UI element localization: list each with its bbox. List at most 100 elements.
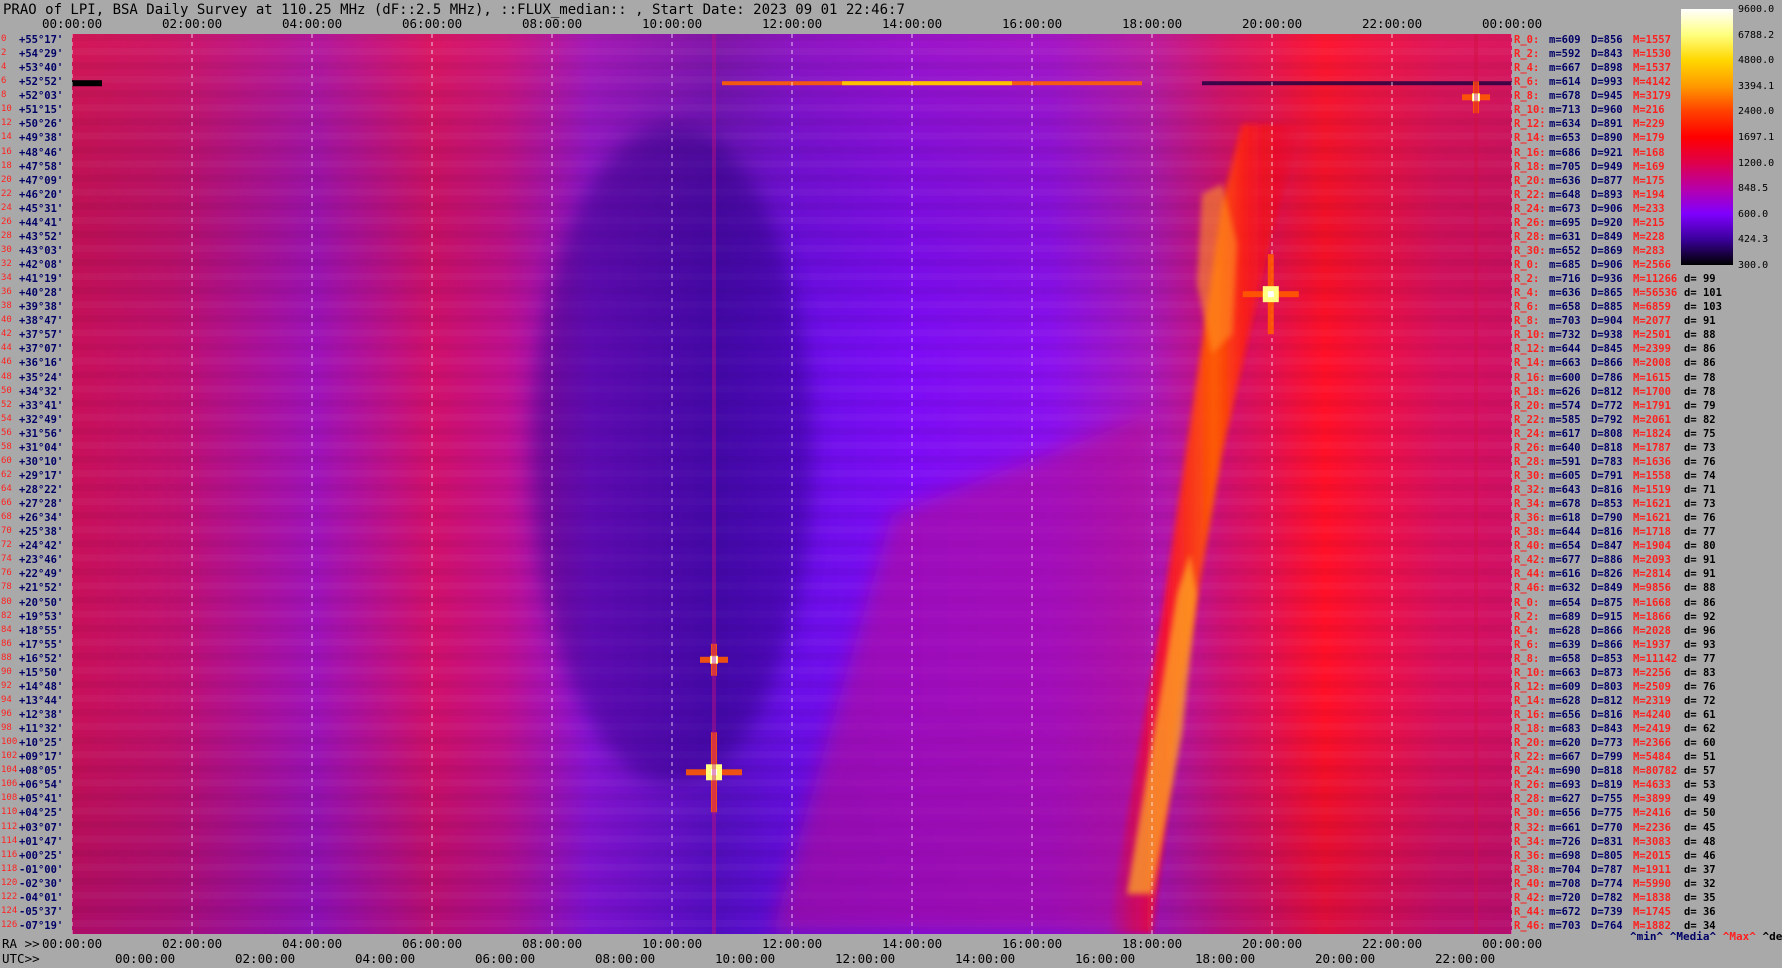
row-declination: -04°01' <box>19 891 64 904</box>
utc-axis-label: 14:00:00 <box>955 951 1016 966</box>
row-beam-label: R_14: <box>1514 132 1546 145</box>
row-max: M=4633 <box>1633 779 1671 792</box>
top-axis-label: 20:00:00 <box>1242 16 1303 31</box>
row-min: m=636 <box>1549 287 1581 300</box>
row-declination: +03°07' <box>19 821 64 834</box>
row-median: D=819 <box>1591 779 1623 792</box>
legend-min: ^min^ <box>1630 930 1664 943</box>
row-index: 108 <box>1 793 18 804</box>
row-deviation: d= 73 <box>1684 441 1716 454</box>
row-min: m=628 <box>1549 624 1581 637</box>
row-deviation: d= 74 <box>1684 469 1716 482</box>
row-index: 38 <box>1 301 12 312</box>
row-max: M=2008 <box>1633 357 1671 370</box>
row-declination: -05°37' <box>19 905 64 918</box>
row-beam-label: R_46: <box>1514 919 1546 932</box>
row-index: 100 <box>1 737 18 748</box>
row-min: m=656 <box>1549 807 1581 820</box>
legend-max: ^Max^ <box>1722 930 1756 943</box>
colorbar-gradient <box>1681 9 1733 265</box>
row-beam-label: R_6: <box>1514 76 1540 89</box>
colorbar-labels: 9600.0 6788.2 4800.0 3394.1 2400.0 1697.1 1200… <box>1738 4 1782 274</box>
row-beam-label: R_40: <box>1514 540 1546 553</box>
row-median: D=936 <box>1591 273 1623 286</box>
row-median: D=866 <box>1591 638 1623 651</box>
row-min: m=634 <box>1549 118 1581 131</box>
row-declination: +31°04' <box>19 441 64 454</box>
row-beam-label: R_8: <box>1514 90 1540 103</box>
row-deviation: d= 60 <box>1684 737 1716 750</box>
row-index: 124 <box>1 905 18 916</box>
row-median: D=786 <box>1591 371 1623 384</box>
row-min: m=656 <box>1549 709 1581 722</box>
row-index: 4 <box>1 62 7 73</box>
row-max: M=5484 <box>1633 751 1671 764</box>
row-max: M=2501 <box>1633 329 1671 342</box>
row-median: D=847 <box>1591 540 1623 553</box>
row-index: 66 <box>1 498 12 509</box>
row-max: M=2028 <box>1633 624 1671 637</box>
utc-axis-label: 22:00:00 <box>1435 951 1496 966</box>
row-deviation: d= 73 <box>1684 498 1716 511</box>
row-index: 54 <box>1 413 12 424</box>
row-max: M=2077 <box>1633 315 1671 328</box>
row-deviation: d= 50 <box>1684 807 1716 820</box>
ra-axis-label: 00:00:00 <box>42 936 103 951</box>
row-declination: +20°50' <box>19 596 64 609</box>
row-declination: +05°41' <box>19 793 64 806</box>
ra-axis-label: 16:00:00 <box>1002 936 1063 951</box>
row-max: M=1937 <box>1633 638 1671 651</box>
row-median: D=915 <box>1591 610 1623 623</box>
row-deviation: d= 80 <box>1684 540 1716 553</box>
flux-heatmap[interactable] <box>72 34 1512 934</box>
row-deviation: d= 82 <box>1684 413 1716 426</box>
row-beam-label: R_16: <box>1514 709 1546 722</box>
row-index: 32 <box>1 259 12 270</box>
top-axis-label: 08:00:00 <box>522 16 583 31</box>
row-index: 44 <box>1 343 12 354</box>
row-max: M=6859 <box>1633 301 1671 314</box>
row-max: M=1530 <box>1633 48 1671 61</box>
row-index: 88 <box>1 652 12 663</box>
row-declination: +47°09' <box>19 174 64 187</box>
row-deviation: d= 76 <box>1684 455 1716 468</box>
ra-axis-label: 00:00:00 <box>1482 936 1543 951</box>
row-index: 6 <box>1 76 7 87</box>
row-index: 50 <box>1 385 12 396</box>
row-min: m=574 <box>1549 399 1581 412</box>
row-beam-label: R_4: <box>1514 62 1540 75</box>
row-declination: +06°54' <box>19 779 64 792</box>
row-deviation: d= 51 <box>1684 751 1716 764</box>
row-beam-label: R_10: <box>1514 104 1546 117</box>
row-index: 26 <box>1 216 12 227</box>
utc-axis-label: 18:00:00 <box>1195 951 1256 966</box>
row-beam-label: R_10: <box>1514 329 1546 342</box>
row-index: 122 <box>1 891 18 902</box>
row-index: 56 <box>1 427 12 438</box>
row-min: m=617 <box>1549 427 1581 440</box>
row-deviation: d= 77 <box>1684 652 1716 665</box>
row-beam-label: R_42: <box>1514 554 1546 567</box>
row-min: m=636 <box>1549 174 1581 187</box>
row-declination: +00°25' <box>19 849 64 862</box>
row-min: m=592 <box>1549 48 1581 61</box>
row-beam-label: R_0: <box>1514 34 1540 47</box>
row-median: D=739 <box>1591 905 1623 918</box>
row-median: D=898 <box>1591 62 1623 75</box>
row-min: m=693 <box>1549 779 1581 792</box>
row-min: m=685 <box>1549 259 1581 272</box>
utc-axis-label: 16:00:00 <box>1075 951 1136 966</box>
declination-axis: 0 +55°17' 2 +54°29' 4 +53°40' 6 +52°52' 8 +52°03'… <box>0 34 72 934</box>
source-column-streak <box>712 34 716 934</box>
top-axis-label: 22:00:00 <box>1362 16 1423 31</box>
row-median: D=869 <box>1591 244 1623 257</box>
row-declination: +43°03' <box>19 244 64 257</box>
row-median: D=812 <box>1591 385 1623 398</box>
row-deviation: d= 62 <box>1684 723 1716 736</box>
row-declination: +21°52' <box>19 582 64 595</box>
row-declination: +23°46' <box>19 554 64 567</box>
row-deviation: d= 86 <box>1684 357 1716 370</box>
row-deviation: d= 91 <box>1684 315 1716 328</box>
row-max: M=4142 <box>1633 76 1671 89</box>
row-declination: +25°38' <box>19 526 64 539</box>
